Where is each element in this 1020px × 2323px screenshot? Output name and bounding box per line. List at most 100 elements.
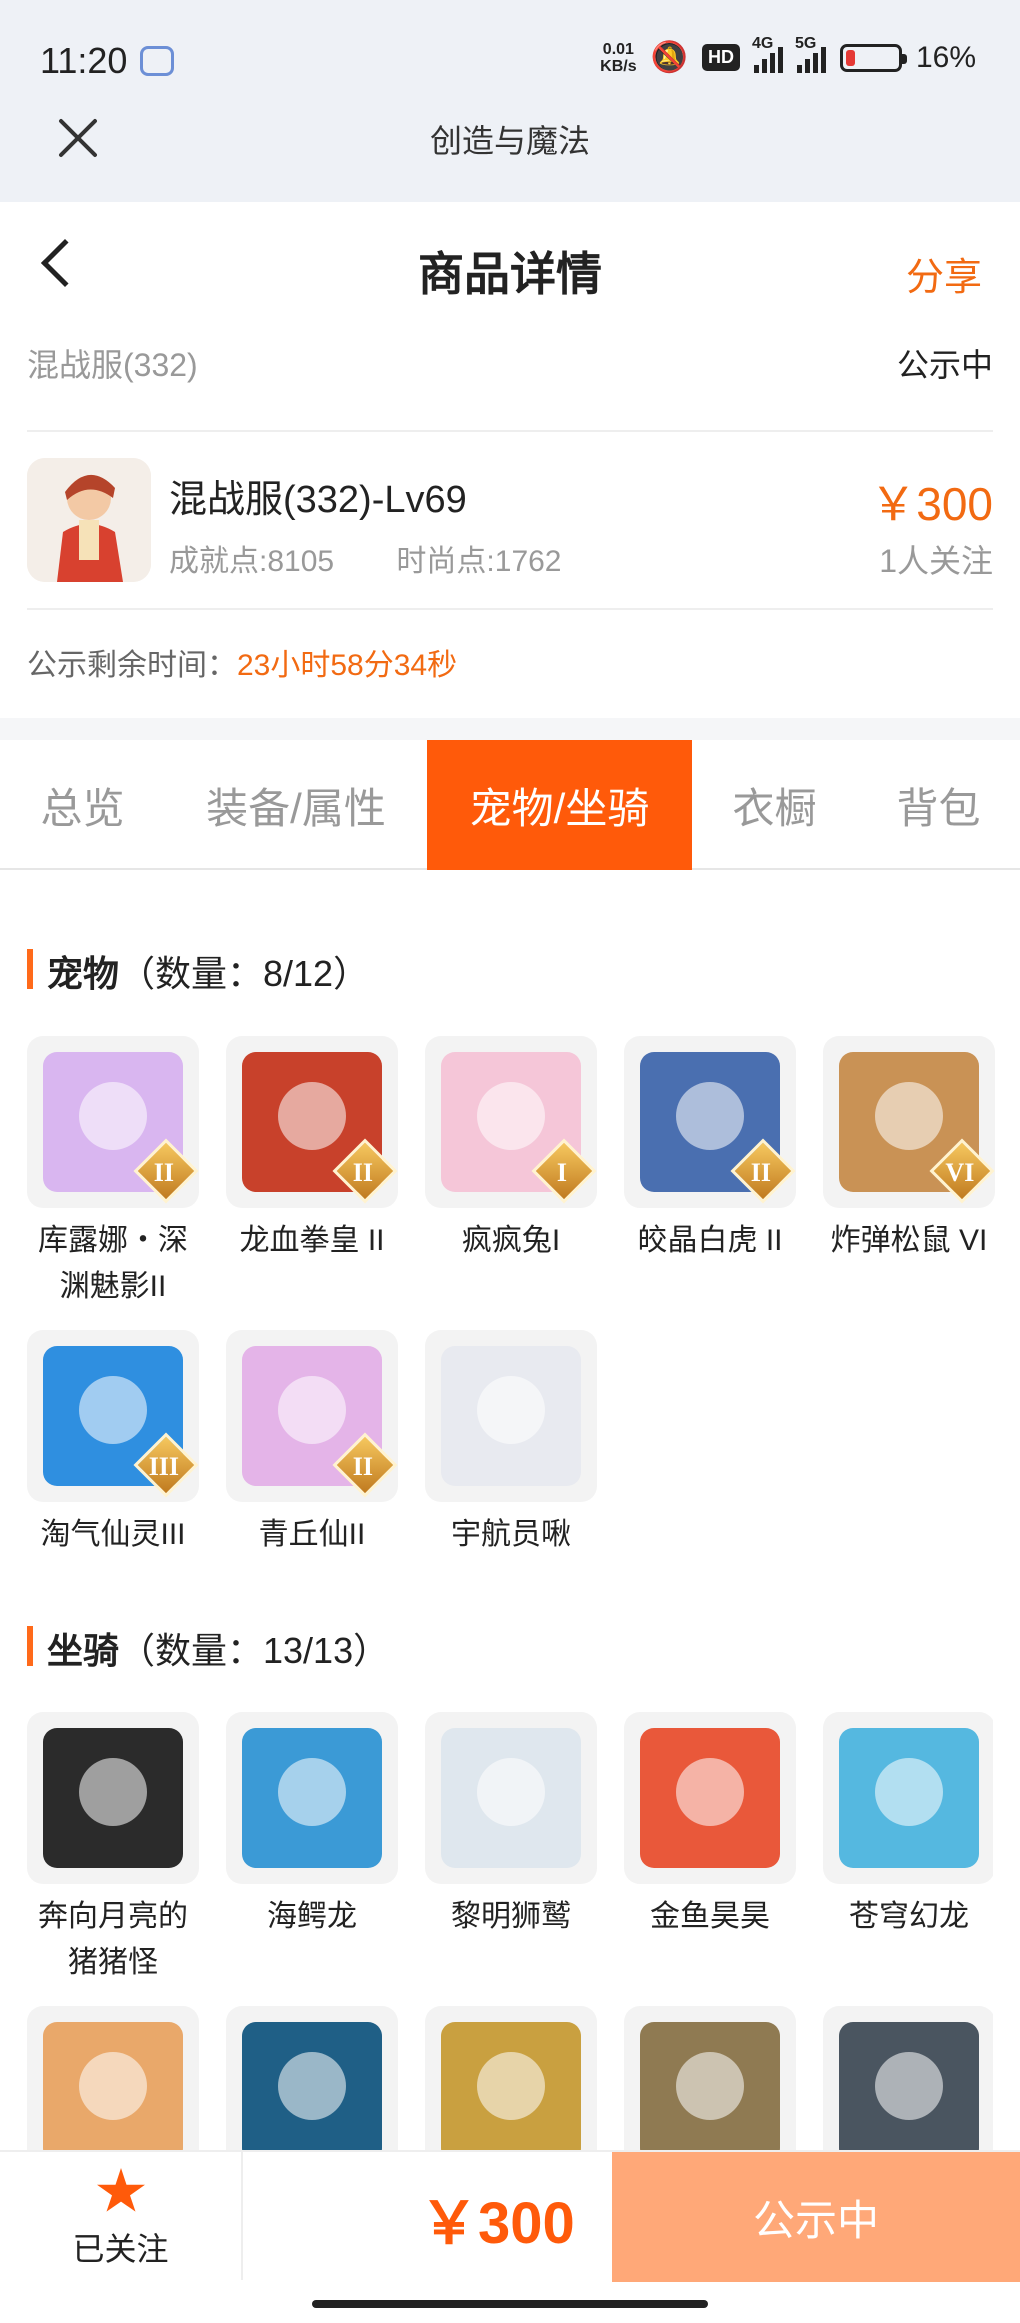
follower-count: 1人关注 <box>879 543 993 579</box>
mount-item[interactable] <box>226 2006 398 2150</box>
bottom-action-bar: 已关注 ￥300 公示中 <box>0 2150 1020 2282</box>
mount-thumbnail <box>226 2006 398 2150</box>
detail-tabs: 总览 装备/属性 宠物/坐骑 衣橱 背包 <box>0 740 1020 870</box>
public-status-button[interactable]: 公示中 <box>612 2152 1020 2282</box>
net-speed: 0.01 KB/s <box>600 40 637 75</box>
mounts-section-title: 坐骑（数量：13/13） <box>27 1622 389 1674</box>
mount-artwork <box>43 1728 183 1868</box>
pet-name: 青丘仙II <box>258 1518 366 1551</box>
mount-thumbnail <box>823 2006 993 2150</box>
product-summary[interactable]: 混战服(332)-Lv69 成就点:8105 时尚点:1762 ￥300 1人关… <box>27 430 993 610</box>
signal-4g-icon: 4G <box>752 35 783 73</box>
pet-item[interactable]: II 龙血拳皇 II <box>226 1036 398 1310</box>
pet-item[interactable]: I 疯疯兔I <box>425 1036 597 1310</box>
pet-thumbnail: I <box>425 1036 597 1208</box>
pet-item[interactable]: VI 炸弹松鼠 VI <box>823 1036 995 1310</box>
mount-artwork <box>839 1728 979 1868</box>
pet-thumbnail: II <box>226 1036 398 1208</box>
pets-grid: II 库露娜・深渊魅影II II 龙血拳皇 II I 疯疯兔I II 皎晶白虎 II VI 炸弹松… <box>27 1036 995 1558</box>
signal-5g-icon: 5G <box>795 35 826 73</box>
hd-badge: HD <box>701 44 740 71</box>
mount-item[interactable]: 海鳄龙 <box>226 1712 398 1986</box>
listing-status: 公示中 <box>896 347 993 383</box>
mount-artwork <box>839 2022 979 2150</box>
mount-item[interactable] <box>624 2006 796 2150</box>
mount-artwork <box>441 1728 581 1868</box>
battery-percent: 16% <box>915 40 976 74</box>
bottom-price: ￥300 <box>420 2191 575 2256</box>
mount-item[interactable]: 黎明狮鹫 <box>425 1712 597 1986</box>
battery-icon <box>839 43 907 72</box>
achievement-points: 成就点:8105 <box>169 545 335 578</box>
mounts-grid: 奔向月亮的猪猪怪 海鳄龙 黎明狮鹫 金鱼昊昊 苍穹幻龙 <box>27 1712 993 2150</box>
mount-artwork <box>43 2022 183 2150</box>
mount-thumbnail <box>425 1712 597 1884</box>
mount-name: 金鱼昊昊 <box>650 1900 770 1933</box>
star-icon <box>97 2168 145 2212</box>
pet-name: 龙血拳皇 II <box>239 1224 385 1257</box>
pets-section-title: 宠物（数量：8/12） <box>27 945 369 997</box>
webview-bar: 创造与魔法 <box>0 90 1020 202</box>
character-avatar <box>27 458 151 582</box>
mount-thumbnail <box>226 1712 398 1884</box>
tab-wardrobe[interactable]: 衣橱 <box>692 740 857 870</box>
mount-name: 苍穹幻龙 <box>849 1900 969 1933</box>
product-name: 混战服(332)-Lv69 <box>169 479 467 521</box>
page-title: 商品详情 <box>418 248 602 300</box>
countdown-row: 公示剩余时间：23小时58分34秒 <box>27 640 457 684</box>
mount-item[interactable] <box>823 2006 993 2150</box>
section-divider <box>0 718 1020 740</box>
pet-thumbnail: II <box>624 1036 796 1208</box>
pet-item[interactable]: II 库露娜・深渊魅影II <box>27 1036 199 1310</box>
notification-app-icon <box>140 46 174 76</box>
page-header: 商品详情 分享 <box>0 202 1020 332</box>
tab-pets-mounts[interactable]: 宠物/坐骑 <box>427 740 692 870</box>
pet-artwork <box>441 1346 581 1486</box>
mount-item[interactable] <box>425 2006 597 2150</box>
pet-item[interactable]: 宇航员啾 <box>425 1330 597 1558</box>
mount-artwork <box>242 1728 382 1868</box>
pet-thumbnail: III <box>27 1330 199 1502</box>
webview-title: 创造与魔法 <box>429 123 590 159</box>
tab-backpack[interactable]: 背包 <box>857 740 1020 870</box>
mount-thumbnail <box>27 1712 199 1884</box>
countdown-label: 公示剩余时间： <box>27 649 237 682</box>
pet-item[interactable]: III 淘气仙灵III <box>27 1330 199 1558</box>
share-button[interactable]: 分享 <box>906 246 982 301</box>
pet-thumbnail: VI <box>823 1036 995 1208</box>
pet-name: 宇航员啾 <box>451 1518 571 1551</box>
mount-item[interactable]: 奔向月亮的猪猪怪 <box>27 1712 199 1986</box>
mount-item[interactable]: 苍穹幻龙 <box>823 1712 993 1986</box>
follow-button[interactable]: 已关注 <box>0 2152 243 2280</box>
pet-thumbnail: II <box>226 1330 398 1502</box>
pet-name: 炸弹松鼠 VI <box>830 1224 988 1257</box>
pet-thumbnail <box>425 1330 597 1502</box>
mount-thumbnail <box>823 1712 993 1884</box>
mount-name: 黎明狮鹫 <box>451 1900 571 1933</box>
product-price: ￥300 <box>870 478 993 530</box>
server-row: 混战服(332) 公示中 <box>27 340 993 400</box>
mount-artwork <box>441 2022 581 2150</box>
mount-item[interactable] <box>27 2006 199 2150</box>
mount-artwork <box>640 1728 780 1868</box>
status-icons: 0.01 KB/s 🔕 HD 4G 5G 16% <box>600 35 976 75</box>
pet-name: 淘气仙灵III <box>40 1518 186 1551</box>
mount-item[interactable]: 金鱼昊昊 <box>624 1712 796 1986</box>
pet-item[interactable]: II 皎晶白虎 II <box>624 1036 796 1310</box>
tab-equipment[interactable]: 装备/属性 <box>165 740 427 870</box>
mount-thumbnail <box>425 2006 597 2150</box>
home-indicator[interactable] <box>312 2300 708 2308</box>
mount-artwork <box>640 2022 780 2150</box>
mount-artwork <box>242 2022 382 2150</box>
server-name: 混战服(332) <box>27 347 198 383</box>
pet-name: 皎晶白虎 II <box>637 1224 783 1257</box>
status-time: 11:20 <box>40 40 128 81</box>
pet-name: 库露娜・深渊魅影II <box>38 1224 188 1303</box>
mount-name: 奔向月亮的猪猪怪 <box>38 1900 188 1979</box>
mute-bell-icon: 🔕 <box>650 41 688 74</box>
tab-overview[interactable]: 总览 <box>0 740 165 870</box>
countdown-value: 23小时58分34秒 <box>237 649 458 682</box>
mount-name: 海鳄龙 <box>267 1900 357 1933</box>
pet-item[interactable]: II 青丘仙II <box>226 1330 398 1558</box>
battery-level <box>845 49 855 66</box>
